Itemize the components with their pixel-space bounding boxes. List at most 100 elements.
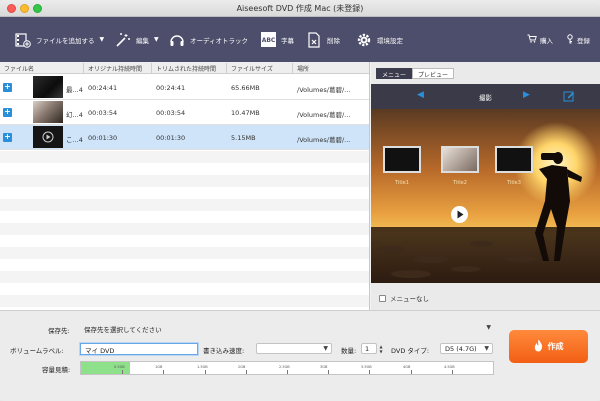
file-location: /Volumes/葛碧/...: [297, 86, 351, 94]
capacity-tick: [205, 370, 206, 374]
file-location: /Volumes/葛碧/...: [297, 111, 351, 119]
capacity-tick-label: 2GB: [238, 365, 246, 369]
cart-icon: [527, 34, 537, 45]
column-header-location[interactable]: 場所: [297, 64, 309, 73]
preview-panel: メニュー プレビュー ◀ 撮影 ▶ Title1 Title2 Title3 メ…: [371, 62, 600, 310]
column-header-original-duration[interactable]: オリジナル持続時間: [88, 64, 142, 73]
chapter-title-2: Title2: [453, 180, 467, 186]
column-header-file-size[interactable]: ファイルサイズ: [231, 64, 273, 73]
magic-wand-icon: [114, 31, 132, 49]
audio-track-button[interactable]: オーディオトラック: [168, 17, 248, 62]
table-row[interactable]: + 最...4 00:24:41 00:24:41 65.66MB /Volum…: [0, 75, 369, 100]
capacity-tick-label: 0.5GB: [114, 365, 125, 369]
expand-plus-icon[interactable]: +: [3, 83, 12, 92]
dvd-type-value: D5 (4.7G): [445, 345, 477, 353]
flame-icon: [534, 339, 543, 354]
save-to-value: 保存先を選択してください: [84, 326, 162, 334]
purchase-label: 購入: [540, 36, 553, 45]
no-menu-checkbox[interactable]: [379, 294, 386, 302]
table-row[interactable]: + 幻...4 00:03:54 00:03:54 10.47MB /Volum…: [0, 100, 369, 125]
delete-label: 削除: [327, 36, 340, 45]
edit-button[interactable]: 編集 ▼: [114, 17, 159, 62]
title-bar: Aiseesoft DVD 作成 Mac (未登録): [0, 0, 600, 17]
capacity-tick-label: 4.5GB: [444, 365, 455, 369]
chapter-title-1: Title1: [395, 180, 409, 186]
chapter-frame-3[interactable]: [495, 146, 533, 173]
video-thumbnail: [33, 126, 63, 148]
headphones-icon: [168, 31, 186, 49]
subtitle-label: 字幕: [281, 36, 294, 45]
file-name: こ...4: [66, 136, 83, 144]
caret-down-icon: ▼: [154, 36, 159, 43]
menu-preview-image: Title1 Title2 Title3: [371, 109, 600, 283]
tab-preview[interactable]: プレビュー: [412, 68, 455, 79]
video-thumbnail: [33, 76, 63, 98]
column-header-trimmed-duration[interactable]: トリムされた持続時間: [156, 64, 216, 73]
capacity-label: 容量見積:: [42, 366, 71, 374]
no-menu-label: メニューなし: [390, 295, 429, 303]
dvd-type-select[interactable]: D5 (4.7G) ▼: [440, 343, 493, 354]
save-to-label: 保存先:: [48, 327, 70, 335]
dvd-type-label: DVD タイプ:: [391, 347, 430, 355]
video-thumbnail: [33, 101, 63, 123]
next-template-arrow-icon[interactable]: ▶: [523, 90, 530, 100]
edit-label: 編集: [136, 36, 149, 45]
add-file-button[interactable]: ファイルを追加する ▼: [14, 17, 104, 62]
play-icon: [457, 210, 464, 219]
register-button[interactable]: 登録: [566, 17, 590, 62]
copies-input[interactable]: 1: [361, 343, 377, 354]
caret-down-icon: ▼: [323, 345, 328, 352]
capacity-tick-label: 2.5GB: [279, 365, 290, 369]
tab-menu[interactable]: メニュー: [376, 68, 413, 79]
chapter-frame-2[interactable]: [441, 146, 479, 173]
key-icon: [566, 33, 574, 46]
caret-down-icon: ▼: [99, 36, 105, 43]
trimmed-duration: 00:03:54: [156, 109, 186, 117]
file-size: 65.66MB: [231, 84, 260, 92]
gear-icon: [355, 31, 373, 49]
play-button[interactable]: [451, 206, 468, 223]
table-header: ファイル名 オリジナル持続時間 トリムされた持続時間 ファイルサイズ 場所: [0, 62, 369, 74]
expand-plus-icon[interactable]: +: [3, 108, 12, 117]
preview-tabs: メニュー プレビュー: [376, 68, 455, 79]
add-file-label: ファイルを追加する: [36, 36, 95, 45]
sunset-photographer-scene: [371, 109, 600, 283]
save-to-select[interactable]: 保存先を選択してください ▼: [80, 323, 494, 334]
edit-menu-icon[interactable]: [563, 90, 575, 102]
play-circle-icon: [42, 131, 54, 143]
settings-label: 環境設定: [377, 36, 403, 45]
register-label: 登録: [577, 36, 590, 45]
copies-stepper[interactable]: ▲ ▼: [378, 344, 384, 355]
delete-button[interactable]: 削除: [305, 17, 340, 62]
chapter-frame-1[interactable]: [383, 146, 421, 173]
file-name: 最...4: [66, 86, 83, 94]
audio-track-label: オーディオトラック: [190, 36, 249, 45]
expand-plus-icon[interactable]: +: [3, 133, 12, 142]
file-list[interactable]: ファイル名 オリジナル持続時間 トリムされた持続時間 ファイルサイズ 場所 + …: [0, 62, 370, 310]
file-location: /Volumes/葛碧/...: [297, 136, 351, 144]
capacity-tick: [122, 370, 123, 374]
capacity-tick: [328, 370, 329, 374]
original-duration: 00:01:30: [88, 134, 118, 142]
capacity-tick: [452, 370, 453, 374]
column-header-filename[interactable]: ファイル名: [4, 64, 34, 73]
subtitle-abc-icon: ABC: [259, 31, 277, 49]
write-speed-select[interactable]: ▼: [256, 343, 332, 354]
window-title: Aiseesoft DVD 作成 Mac (未登録): [236, 4, 364, 13]
capacity-tick-label: 3.5GB: [361, 365, 372, 369]
capacity-tick-label: 4GB: [403, 365, 411, 369]
subtitle-button[interactable]: ABC 字幕: [259, 17, 294, 62]
film-add-icon: [14, 31, 32, 49]
volume-label-input[interactable]: マイ DVD: [80, 343, 198, 355]
settings-button[interactable]: 環境設定: [355, 17, 403, 62]
no-menu-option[interactable]: メニューなし: [379, 293, 429, 303]
file-size: 5.15MB: [231, 134, 256, 142]
create-button[interactable]: 作成: [509, 330, 588, 363]
table-row[interactable]: + こ...4 00:01:30 00:01:30 5.15MB /Volume…: [0, 125, 369, 150]
create-label: 作成: [547, 342, 564, 351]
capacity-tick: [369, 370, 370, 374]
purchase-button[interactable]: 購入: [527, 17, 553, 62]
caret-down-icon: ▼: [484, 345, 489, 352]
copies-label: 数量:: [341, 347, 357, 355]
capacity-tick-label: 1.5GB: [197, 365, 208, 369]
